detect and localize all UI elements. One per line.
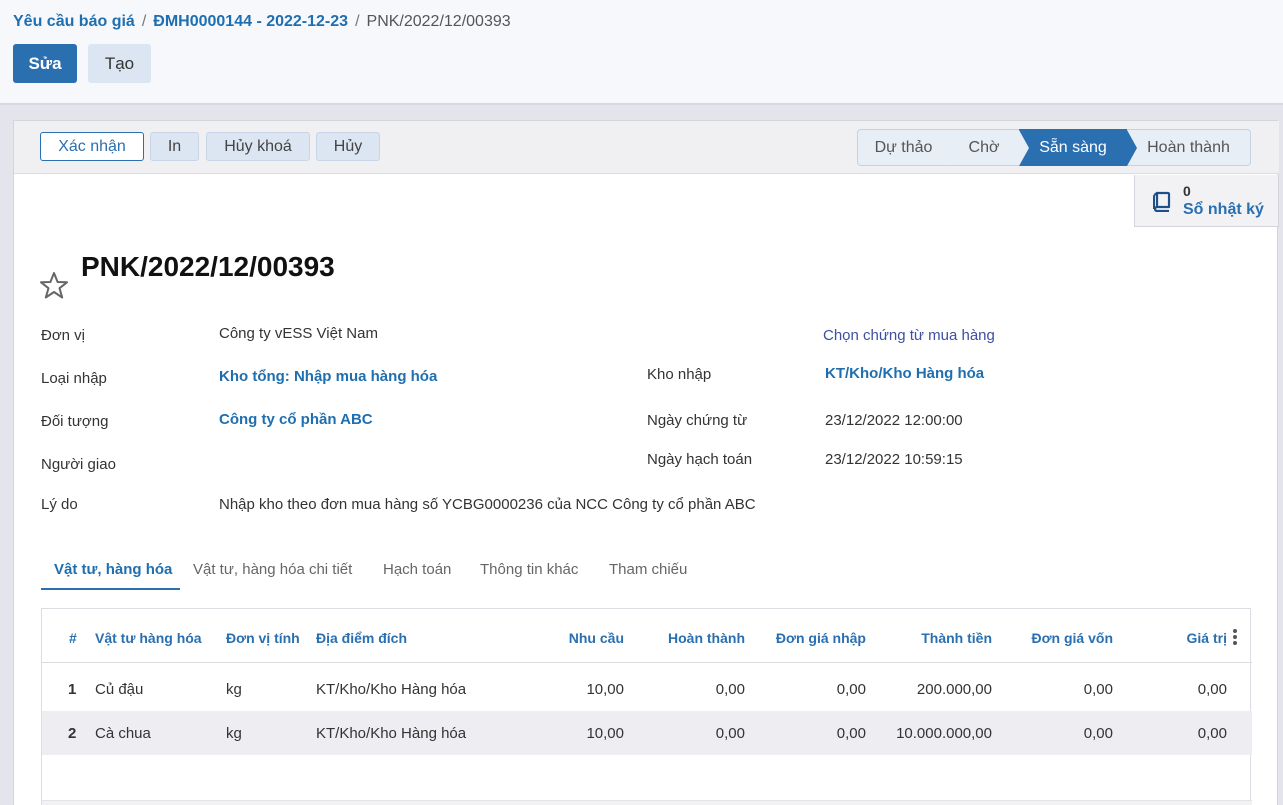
stage-ready[interactable]: Sẵn sàng [1019,129,1137,166]
product-lines-table: # Vật tư hàng hóa Đơn vị tính Địa điểm đ… [41,608,1252,805]
column-header-subtotal[interactable]: Thành tiền [921,630,992,646]
stage-label: Dự thảo [874,138,933,156]
breadcrumb-item-quote-request[interactable]: Yêu cầu báo giá [13,13,135,30]
value-ngay-hach-toan[interactable]: 23/12/2022 10:59:15 [825,451,963,468]
label-doi-tuong: Đối tượng [41,413,109,430]
column-header-cost-price[interactable]: Đơn giá vốn [1031,630,1113,646]
label-nguoi-giao: Người giao [41,456,116,473]
label-loai-nhap: Loại nhập [41,370,107,387]
value-loai-nhap[interactable]: Kho tổng: Nhập mua hàng hóa [219,368,437,385]
table-row[interactable]: 2 Cà chua kg KT/Kho/Kho Hàng hóa 10,00 0… [42,711,1252,755]
column-header-unit-price[interactable]: Đơn giá nhập [776,630,866,646]
status-stages: Dự thảo Chờ Sẵn sàng Hoàn thành [857,129,1252,166]
cell-uom: kg [226,681,242,698]
cell-index: 2 [68,725,77,742]
breadcrumb-item-purchase-order[interactable]: ĐMH0000144 - 2022-12-23 [153,13,348,30]
breadcrumb: Yêu cầu báo giá / ĐMH0000144 - 2022-12-23 /… [13,13,511,31]
cell-unit-price: 0,00 [836,681,866,698]
tab-accounting[interactable]: Hạch toán [383,554,451,590]
column-header-index[interactable]: # [69,630,77,646]
stage-done[interactable]: Hoàn thành [1127,129,1251,166]
journal-label: Sổ nhật ký [1183,201,1264,218]
breadcrumb-separator: / [141,13,147,30]
column-header-destination[interactable]: Địa điểm đích [316,630,407,646]
column-header-demand[interactable]: Nhu cầu [569,630,624,646]
control-panel: Yêu cầu báo giá / ĐMH0000144 - 2022-12-23 /… [0,0,1283,105]
column-header-product[interactable]: Vật tư hàng hóa [95,630,202,646]
label-ngay-hach-toan: Ngày hạch toán [647,451,753,468]
cell-demand: 10,00 [586,681,624,698]
cell-value: 0,00 [1197,725,1227,742]
label-ngay-chung-tu: Ngày chứng từ [647,412,748,429]
breadcrumb-separator: / [355,13,360,30]
stage-label: Hoàn thành [1147,138,1230,156]
tab-products[interactable]: Vật tư, hàng hóa [41,554,180,590]
table-header: # Vật tư hàng hóa Đơn vị tính Địa điểm đ… [42,609,1252,663]
cell-destination: KT/Kho/Kho Hàng hóa [316,681,467,698]
create-button[interactable]: Tạo [88,44,151,83]
breadcrumb-current: PNK/2022/12/00393 [366,13,511,30]
journal-smart-button[interactable]: 0 Sổ nhật ký [1134,175,1279,227]
cell-subtotal: 10.000.000,00 [896,725,992,742]
confirm-button[interactable]: Xác nhận [40,132,144,161]
cell-unit-price: 0,00 [836,725,866,742]
tab-products-detail[interactable]: Vật tư, hàng hóa chi tiết [193,554,352,590]
stage-label: Chờ [968,138,1000,156]
page-title: PNK/2022/12/00393 [81,251,335,282]
print-button[interactable]: In [150,132,199,161]
table-row[interactable]: 1 Củ đậu kg KT/Kho/Kho Hàng hóa 10,00 0,… [42,667,1252,711]
cell-cost-price: 0,00 [1083,681,1113,698]
column-header-done[interactable]: Hoàn thành [668,630,745,646]
stage-draft[interactable]: Dự thảo [857,129,959,166]
cell-done: 0,00 [715,725,745,742]
cell-done: 0,00 [715,681,745,698]
label-ly-do: Lý do [41,496,78,513]
cell-demand: 10,00 [586,725,624,742]
column-header-uom[interactable]: Đơn vị tính [226,630,300,646]
cell-cost-price: 0,00 [1083,725,1113,742]
tab-other-info[interactable]: Thông tin khác [480,554,578,590]
value-don-vi: Công ty vESS Việt Nam [219,325,378,342]
star-icon[interactable] [39,271,69,301]
cell-value: 0,00 [1197,681,1227,698]
cell-uom: kg [226,725,242,742]
column-options-icon[interactable] [1232,629,1238,647]
stage-waiting[interactable]: Chờ [949,129,1029,166]
table-footer [42,800,1252,805]
value-doi-tuong[interactable]: Công ty cổ phần ABC [219,411,373,428]
label-kho-nhap: Kho nhập [647,366,712,383]
tab-reference[interactable]: Tham chiếu [609,554,687,590]
form-sheet: Xác nhận In Hủy khoá Hủy Dự thảo Chờ Sẵn… [13,120,1279,805]
edit-button[interactable]: Sửa [13,44,77,83]
stage-label: Sẵn sàng [1039,138,1107,156]
cell-index: 1 [68,681,77,698]
book-icon [1153,191,1171,212]
select-purchase-document-link[interactable]: Chọn chứng từ mua hàng [823,327,995,344]
cell-subtotal: 200.000,00 [916,681,992,698]
unlock-button[interactable]: Hủy khoá [206,132,310,161]
cell-product: Củ đậu [95,681,144,698]
statusbar: Xác nhận In Hủy khoá Hủy Dự thảo Chờ Sẵn… [14,121,1279,174]
value-ngay-chung-tu[interactable]: 23/12/2022 12:00:00 [825,412,963,429]
cell-destination: KT/Kho/Kho Hàng hóa [316,725,467,742]
cell-product: Cà chua [95,725,151,742]
label-don-vi: Đơn vị [41,327,86,344]
value-kho-nhap[interactable]: KT/Kho/Kho Hàng hóa [825,365,984,382]
value-ly-do[interactable]: Nhập kho theo đơn mua hàng số YCBG000023… [219,496,756,513]
journal-count: 0 [1183,183,1191,199]
cancel-button[interactable]: Hủy [316,132,380,161]
column-header-value[interactable]: Giá trị [1187,630,1227,646]
